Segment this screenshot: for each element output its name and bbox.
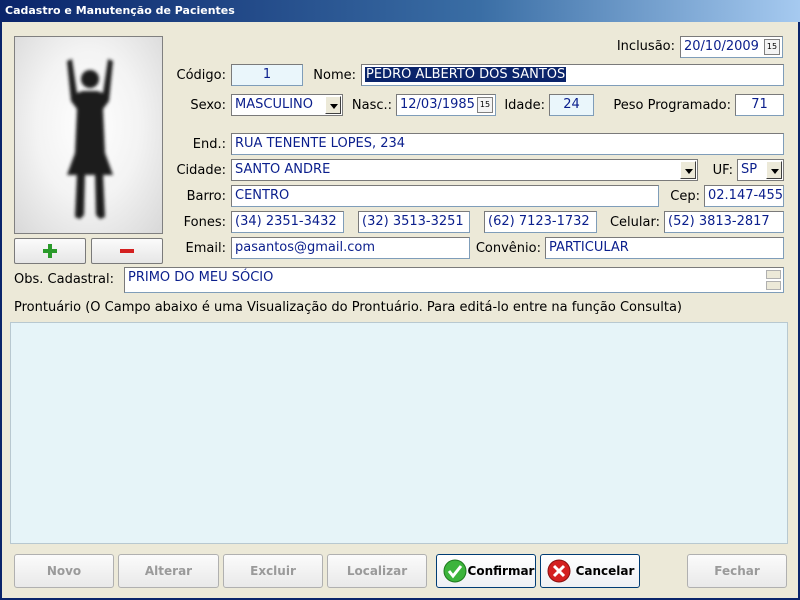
- novo-button[interactable]: Novo: [14, 554, 114, 588]
- nasc-date-field[interactable]: 12/03/1985 15: [396, 94, 496, 116]
- cep-label: Cep:: [670, 189, 700, 204]
- inclusao-date-field[interactable]: 20/10/2009 15: [680, 36, 783, 58]
- fechar-button[interactable]: Fechar: [687, 554, 787, 588]
- confirmar-button[interactable]: Confirmar: [436, 554, 536, 588]
- celular-field[interactable]: (52) 3813-2817: [664, 211, 784, 233]
- sexo-label: Sexo:: [190, 98, 226, 113]
- cidade-select[interactable]: SANTO ANDRE: [231, 159, 698, 181]
- prontuario-label: Prontuário (O Campo abaixo é uma Visuali…: [14, 300, 682, 315]
- fone2-field[interactable]: (32) 3513-3251: [358, 211, 470, 233]
- email-field[interactable]: pasantos@gmail.com: [231, 237, 470, 259]
- excluir-button[interactable]: Excluir: [223, 554, 323, 588]
- plus-icon: [43, 244, 57, 258]
- fone3-field[interactable]: (62) 7123-1732: [484, 211, 597, 233]
- cep-field[interactable]: 02.147-455: [704, 185, 784, 207]
- remove-photo-button[interactable]: [91, 238, 163, 264]
- window-title: Cadastro e Manutenção de Pacientes: [0, 0, 800, 22]
- obs-value: PRIMO DO MEU SÓCIO: [128, 270, 274, 285]
- idade-label: Idade:: [504, 98, 545, 113]
- uf-value: SP: [741, 162, 758, 177]
- silhouette-image: [67, 59, 113, 219]
- check-icon: [443, 559, 467, 583]
- sexo-select[interactable]: MASCULINO: [231, 94, 343, 116]
- calendar-icon[interactable]: 15: [764, 39, 780, 55]
- add-photo-button[interactable]: [14, 238, 86, 264]
- obs-field[interactable]: PRIMO DO MEU SÓCIO: [124, 267, 784, 293]
- nome-field[interactable]: PEDRO ALBERTO DOS SANTOS: [361, 64, 784, 86]
- email-label: Email:: [185, 241, 226, 256]
- uf-label: UF:: [712, 163, 733, 178]
- chevron-down-icon[interactable]: [680, 161, 696, 179]
- patient-photo: [14, 36, 163, 234]
- codigo-field[interactable]: 1: [231, 64, 303, 86]
- cancelar-button[interactable]: Cancelar: [540, 554, 640, 588]
- barro-label: Barro:: [186, 189, 226, 204]
- chevron-down-icon[interactable]: [766, 161, 782, 179]
- nasc-label: Nasc.:: [351, 98, 392, 113]
- minus-icon: [120, 249, 134, 253]
- chevron-down-icon[interactable]: [325, 96, 341, 114]
- cidade-value: SANTO ANDRE: [235, 162, 331, 177]
- prontuario-view[interactable]: [10, 322, 788, 544]
- nome-label: Nome:: [313, 68, 356, 83]
- end-label: End.:: [192, 137, 226, 152]
- cancel-icon: [547, 559, 571, 583]
- endereco-field[interactable]: RUA TENENTE LOPES, 234: [231, 133, 784, 155]
- barro-field[interactable]: CENTRO: [231, 185, 659, 207]
- celular-label: Celular:: [609, 215, 660, 230]
- inclusao-value: 20/10/2009: [684, 39, 759, 54]
- cancelar-label: Cancelar: [575, 564, 635, 578]
- convenio-label: Convênio:: [475, 241, 541, 256]
- confirmar-label: Confirmar: [467, 564, 535, 578]
- nome-value: PEDRO ALBERTO DOS SANTOS: [365, 67, 567, 82]
- scroll-down-icon[interactable]: [766, 281, 781, 290]
- convenio-field[interactable]: PARTICULAR: [545, 237, 784, 259]
- peso-label: Peso Programado:: [613, 98, 731, 113]
- uf-select[interactable]: SP: [737, 159, 784, 181]
- scroll-up-icon[interactable]: [766, 270, 781, 279]
- fones-label: Fones:: [183, 215, 226, 230]
- idade-field[interactable]: 24: [549, 94, 594, 116]
- inclusao-label: Inclusão:: [616, 39, 675, 54]
- alterar-button[interactable]: Alterar: [118, 554, 219, 588]
- fone1-field[interactable]: (34) 2351-3432: [231, 211, 344, 233]
- cidade-label: Cidade:: [176, 163, 226, 178]
- localizar-button[interactable]: Localizar: [327, 554, 427, 588]
- nasc-value: 12/03/1985: [400, 97, 475, 112]
- calendar-icon[interactable]: 15: [477, 97, 493, 113]
- sexo-value: MASCULINO: [235, 97, 313, 112]
- obs-label: Obs. Cadastral:: [14, 272, 114, 287]
- peso-field[interactable]: 71: [735, 94, 784, 116]
- codigo-label: Código:: [176, 68, 226, 83]
